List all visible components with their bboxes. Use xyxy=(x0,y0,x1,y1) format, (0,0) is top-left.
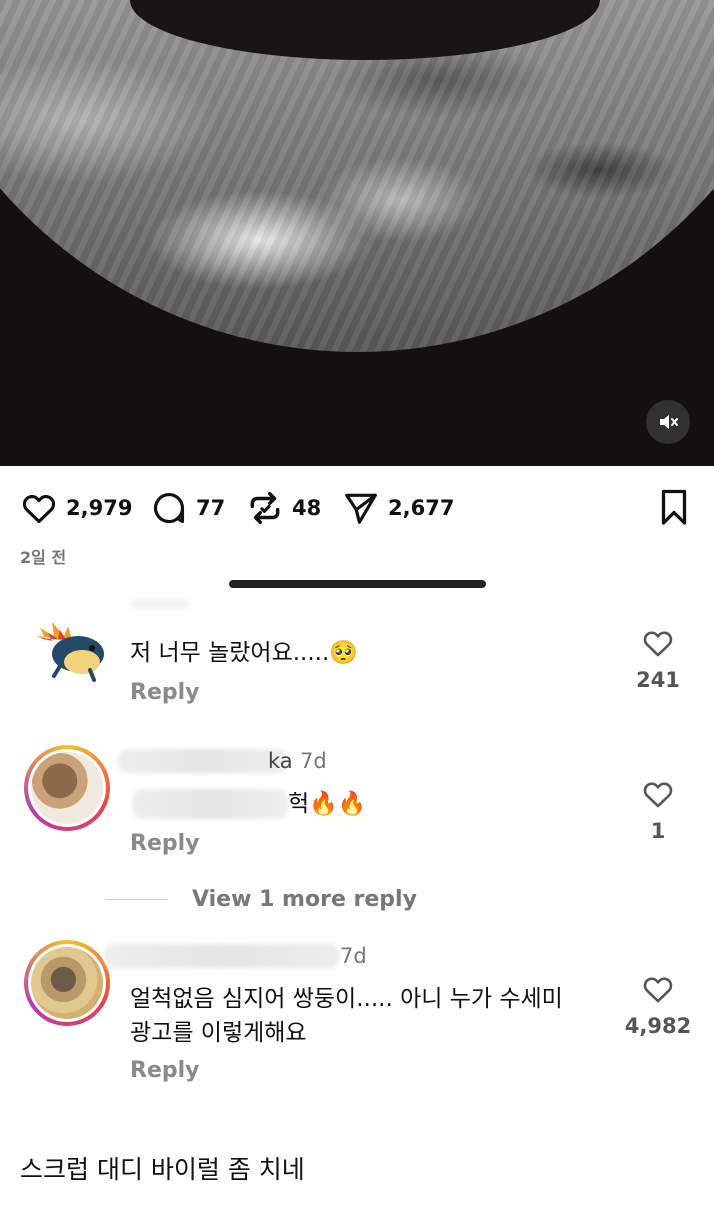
comment-like-button[interactable]: 1 xyxy=(628,777,688,843)
post-caption: 스크럽 대디 바이럴 좀 치네 xyxy=(20,1155,305,1184)
heart-icon xyxy=(643,782,673,808)
repost-icon xyxy=(250,492,280,524)
post-timestamp: 2일 전 xyxy=(20,548,67,567)
comment-item: 저 너무 놀랐어요.....🥺 Reply 241 xyxy=(0,600,714,720)
fire-creature-avatar[interactable] xyxy=(30,614,110,684)
repost-count: 48 xyxy=(292,496,322,520)
comment-like-button[interactable]: 4,982 xyxy=(620,972,696,1038)
reply-button[interactable]: Reply xyxy=(130,1058,200,1083)
comment-button[interactable]: 77 xyxy=(150,486,225,530)
comment-count: 77 xyxy=(196,496,226,520)
heart-icon xyxy=(643,977,673,1003)
heart-icon xyxy=(643,631,673,657)
redacted-username xyxy=(118,749,288,773)
send-icon xyxy=(345,493,377,524)
reply-button[interactable]: Reply xyxy=(130,831,200,856)
comment-like-count: 4,982 xyxy=(624,1014,692,1038)
comment-like-button[interactable]: 241 xyxy=(628,626,688,692)
divider xyxy=(106,898,168,900)
bookmark-icon xyxy=(661,489,687,525)
cat-avatar[interactable] xyxy=(24,940,110,1026)
like-count: 2,979 xyxy=(66,496,133,520)
mute-button[interactable] xyxy=(646,400,690,444)
sheet-drag-handle[interactable] xyxy=(229,580,486,588)
comment-text-line1: 얼척없음 심지어 쌍둥이..... 아니 누가 수세미 xyxy=(130,986,563,1012)
view-more-replies[interactable]: View 1 more reply xyxy=(106,884,417,914)
username-fragment: ka xyxy=(268,749,293,773)
share-count: 2,677 xyxy=(388,496,455,520)
comment-text-line2: 광고를 이렇게해요 xyxy=(130,1020,307,1046)
like-button[interactable]: 2,979 xyxy=(20,486,132,530)
redacted-username xyxy=(130,600,190,608)
repost-button[interactable]: 48 xyxy=(246,486,321,530)
comment-bubble-icon xyxy=(153,493,185,524)
comment-like-count: 1 xyxy=(650,819,666,843)
reply-button[interactable]: Reply xyxy=(130,680,200,705)
speaker-muted-icon xyxy=(660,415,678,429)
share-button[interactable]: 2,677 xyxy=(342,486,454,530)
redacted-comment-text xyxy=(132,789,288,819)
comment-time: 7d xyxy=(300,749,327,773)
post-action-bar: 2,979 77 48 2,677 xyxy=(20,486,700,530)
heart-icon xyxy=(22,494,56,524)
comment-item: 7d 얼척없음 심지어 쌍둥이..... 아니 누가 수세미 광고를 이렇게해요… xyxy=(0,940,714,1100)
post-video[interactable] xyxy=(0,0,714,466)
comment-time: 7d xyxy=(340,944,367,968)
comment-item: ka 7d 헉🔥🔥 Reply 1 xyxy=(0,745,714,875)
comment-like-count: 241 xyxy=(636,668,680,692)
redacted-username xyxy=(104,944,340,968)
chipmunk-avatar[interactable] xyxy=(24,745,110,831)
view-more-label: View 1 more reply xyxy=(192,886,417,912)
comment-text: 헉🔥🔥 xyxy=(288,791,367,817)
save-button[interactable] xyxy=(656,486,692,530)
comment-text: 저 너무 놀랐어요.....🥺 xyxy=(130,640,358,666)
